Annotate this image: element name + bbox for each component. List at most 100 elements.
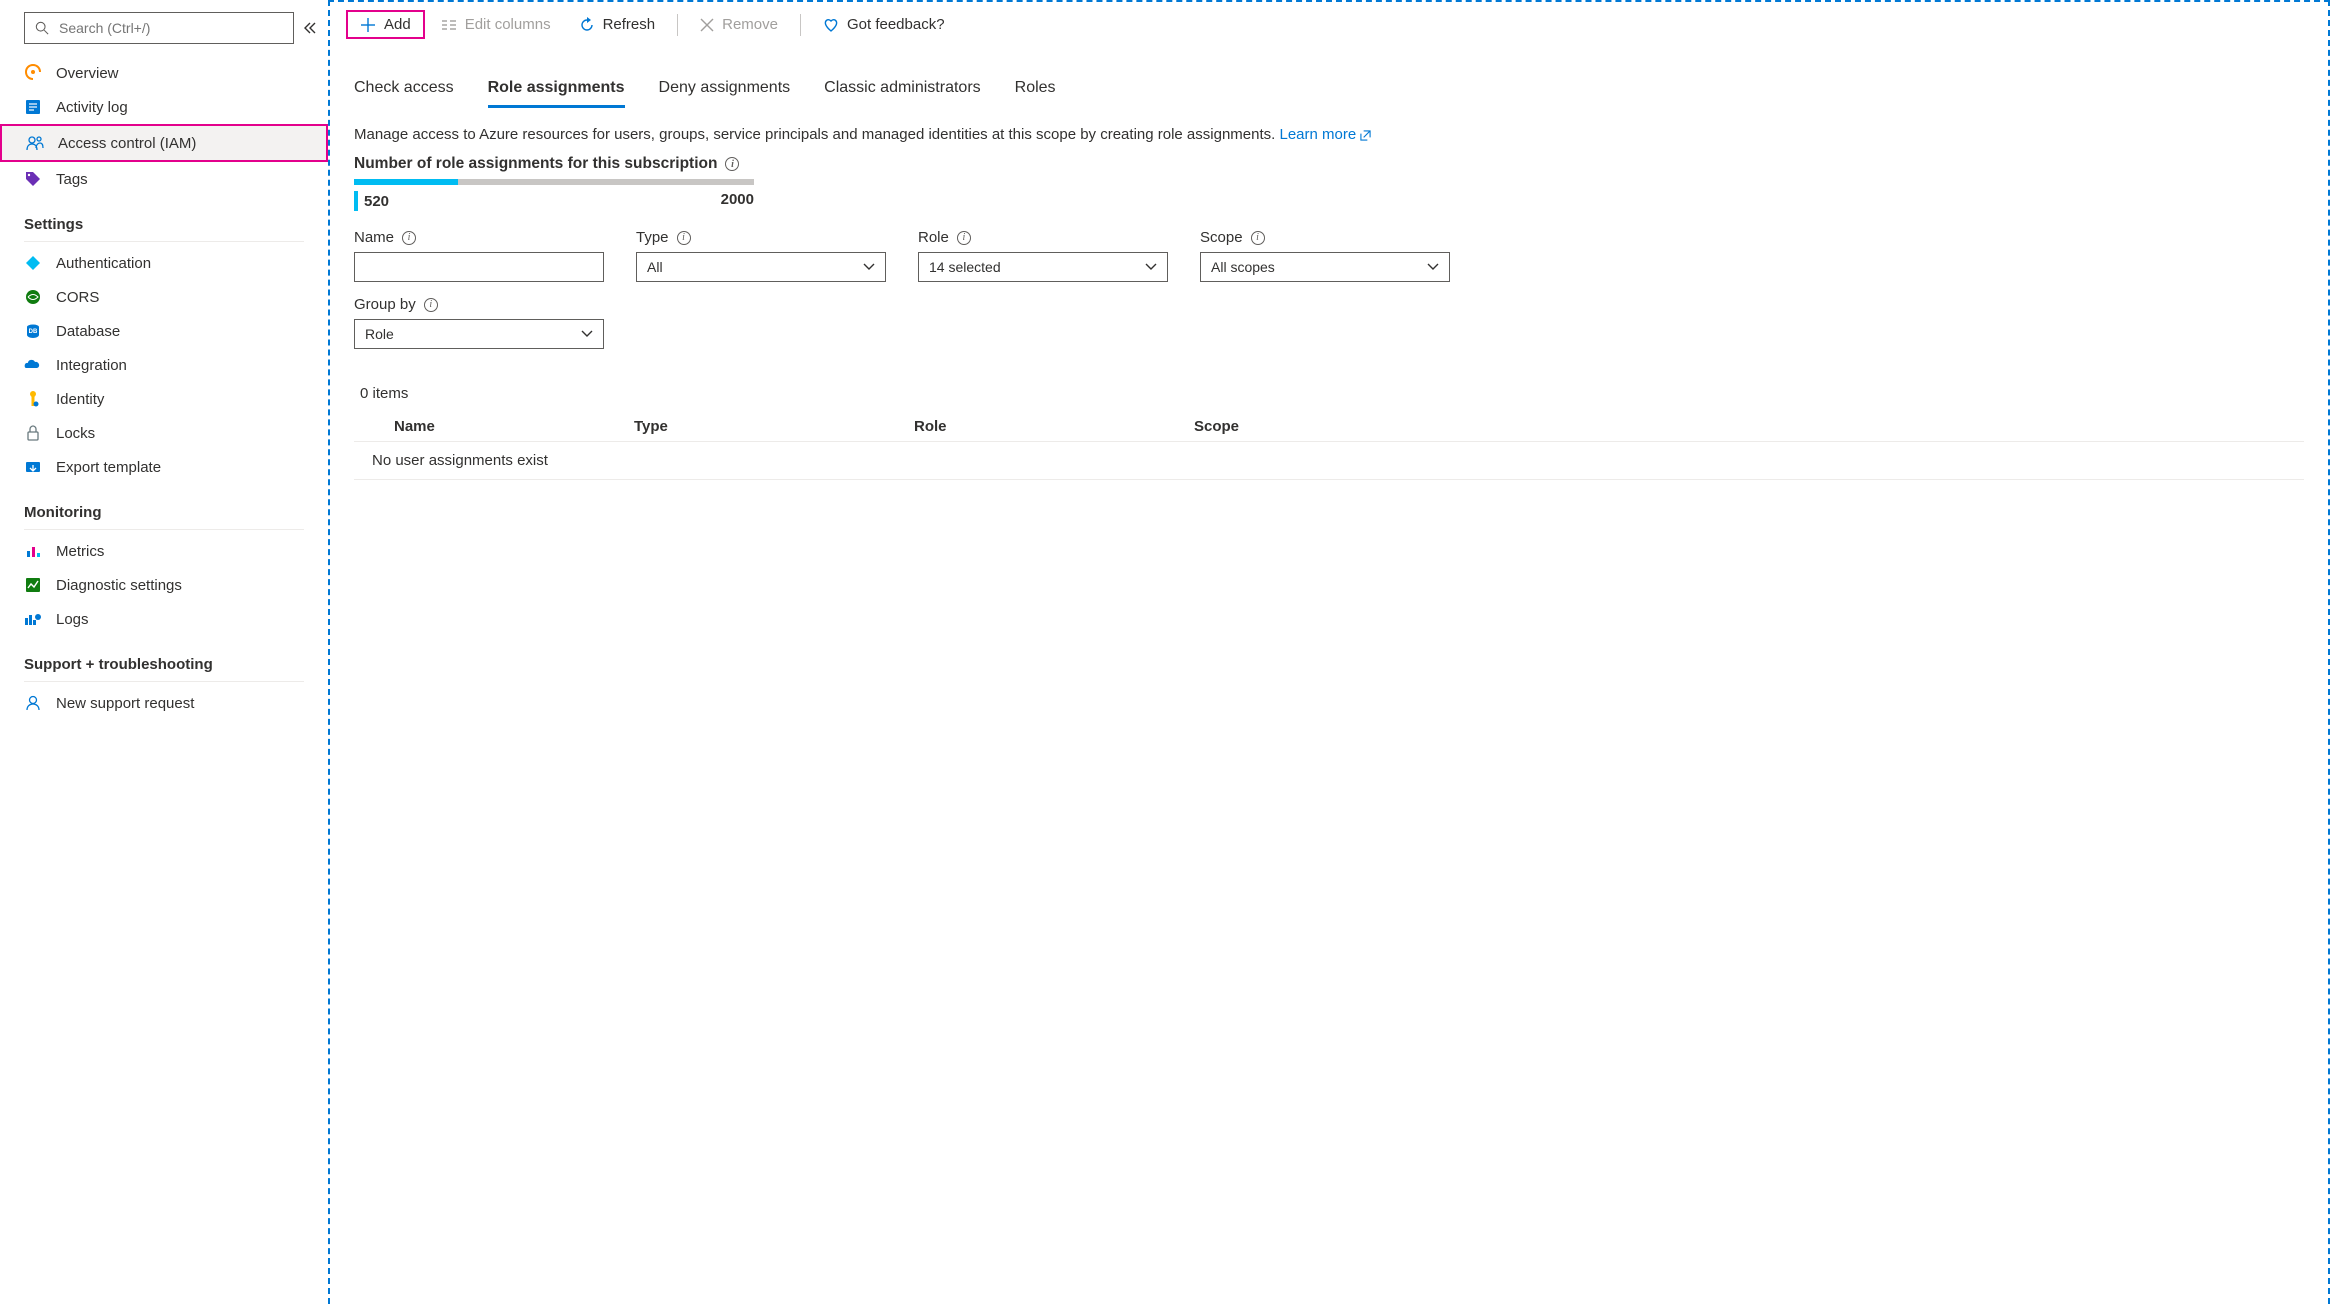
sidebar-section-settings: Settings <box>0 196 328 237</box>
filter-name-label: Name <box>354 229 394 246</box>
button-label: Edit columns <box>465 16 551 33</box>
add-button[interactable]: Add <box>346 10 425 39</box>
empty-message: No user assignments exist <box>354 452 548 469</box>
collapse-sidebar-button[interactable] <box>302 21 318 35</box>
sidebar-item-export-template[interactable]: Export template <box>0 450 328 484</box>
button-label: Refresh <box>603 16 656 33</box>
role-select[interactable]: 14 selected <box>918 252 1168 282</box>
heart-icon <box>823 17 839 33</box>
diagnostic-icon <box>24 576 42 594</box>
export-template-icon <box>24 458 42 476</box>
refresh-button[interactable]: Refresh <box>567 12 668 37</box>
locks-icon <box>24 424 42 442</box>
sidebar-item-diagnostic-settings[interactable]: Diagnostic settings <box>0 568 328 602</box>
logs-icon <box>24 610 42 628</box>
button-label: Got feedback? <box>847 16 945 33</box>
chevron-down-icon <box>1145 263 1157 271</box>
tabs: Check access Role assignments Deny assig… <box>354 59 2304 108</box>
select-value: All scopes <box>1211 259 1275 275</box>
scope-select[interactable]: All scopes <box>1200 252 1450 282</box>
button-label: Add <box>384 16 411 33</box>
sidebar-item-authentication[interactable]: Authentication <box>0 246 328 280</box>
sidebar-label: CORS <box>56 289 99 306</box>
sidebar-item-identity[interactable]: Identity <box>0 382 328 416</box>
sidebar-item-database[interactable]: DB Database <box>0 314 328 348</box>
tab-roles[interactable]: Roles <box>1015 71 1056 108</box>
type-select[interactable]: All <box>636 252 886 282</box>
toolbar-separator <box>800 14 801 36</box>
remove-button: Remove <box>688 12 790 37</box>
sidebar-label: Export template <box>56 459 161 476</box>
sidebar-item-activity-log[interactable]: Activity log <box>0 90 328 124</box>
sidebar-label: Overview <box>56 65 119 82</box>
progress-current-value: 520 <box>364 193 389 210</box>
sidebar: Overview Activity log Access control (IA… <box>0 0 328 1304</box>
info-icon[interactable]: i <box>1251 231 1265 245</box>
filter-role-label: Role <box>918 229 949 246</box>
divider <box>24 681 304 682</box>
count-label: Number of role assignments for this subs… <box>354 149 2304 177</box>
overview-icon <box>24 64 42 82</box>
remove-icon <box>700 18 714 32</box>
edit-columns-button: Edit columns <box>429 12 563 37</box>
sidebar-item-integration[interactable]: Integration <box>0 348 328 382</box>
chevron-down-icon <box>863 263 875 271</box>
sidebar-item-overview[interactable]: Overview <box>0 56 328 90</box>
tags-icon <box>24 170 42 188</box>
sidebar-label: Tags <box>56 171 88 188</box>
groupby-select[interactable]: Role <box>354 319 604 349</box>
progress-fill <box>354 179 458 185</box>
search-box[interactable] <box>24 12 294 44</box>
sidebar-label: Integration <box>56 357 127 374</box>
sidebar-label: Access control (IAM) <box>58 135 196 152</box>
col-type[interactable]: Type <box>634 418 914 435</box>
filter-type-label: Type <box>636 229 669 246</box>
sidebar-label: New support request <box>56 695 194 712</box>
select-value: All <box>647 259 663 275</box>
sidebar-item-metrics[interactable]: Metrics <box>0 534 328 568</box>
sidebar-section-support: Support + troubleshooting <box>0 636 328 677</box>
col-role[interactable]: Role <box>914 418 1194 435</box>
info-icon[interactable]: i <box>957 231 971 245</box>
select-value: Role <box>365 326 394 342</box>
learn-more-link[interactable]: Learn more <box>1279 126 1371 143</box>
refresh-icon <box>579 17 595 33</box>
sidebar-label: Locks <box>56 425 95 442</box>
col-name[interactable]: Name <box>354 418 634 435</box>
columns-icon <box>441 18 457 32</box>
chevron-down-icon <box>1427 263 1439 271</box>
sidebar-item-logs[interactable]: Logs <box>0 602 328 636</box>
info-icon[interactable]: i <box>725 157 739 171</box>
tab-check-access[interactable]: Check access <box>354 71 454 108</box>
database-icon: DB <box>24 322 42 340</box>
info-icon[interactable]: i <box>677 231 691 245</box>
tab-deny-assignments[interactable]: Deny assignments <box>659 71 791 108</box>
feedback-button[interactable]: Got feedback? <box>811 12 957 37</box>
sidebar-item-locks[interactable]: Locks <box>0 416 328 450</box>
divider <box>24 529 304 530</box>
table-empty-row: No user assignments exist <box>354 442 2304 480</box>
sidebar-label: Identity <box>56 391 104 408</box>
tab-classic-administrators[interactable]: Classic administrators <box>824 71 980 108</box>
svg-text:DB: DB <box>29 329 38 335</box>
name-filter-input[interactable] <box>354 252 604 282</box>
sidebar-item-access-control[interactable]: Access control (IAM) <box>0 124 328 162</box>
toolbar: Add Edit columns Refresh Remove Got feed… <box>330 2 2328 47</box>
info-icon[interactable]: i <box>402 231 416 245</box>
info-icon[interactable]: i <box>424 298 438 312</box>
col-scope[interactable]: Scope <box>1194 418 2304 435</box>
sidebar-item-cors[interactable]: CORS <box>0 280 328 314</box>
progress-bar <box>354 179 754 185</box>
description-text: Manage access to Azure resources for use… <box>354 108 2304 149</box>
sidebar-item-support-request[interactable]: New support request <box>0 686 328 720</box>
tab-role-assignments[interactable]: Role assignments <box>488 71 625 108</box>
sidebar-label: Diagnostic settings <box>56 577 182 594</box>
search-icon <box>33 19 51 37</box>
divider <box>24 241 304 242</box>
search-input[interactable] <box>59 20 285 36</box>
filter-scope-label: Scope <box>1200 229 1243 246</box>
sidebar-item-tags[interactable]: Tags <box>0 162 328 196</box>
progress-max-value: 2000 <box>721 191 754 211</box>
integration-icon <box>24 356 42 374</box>
main-content: Add Edit columns Refresh Remove Got feed… <box>328 0 2330 1304</box>
